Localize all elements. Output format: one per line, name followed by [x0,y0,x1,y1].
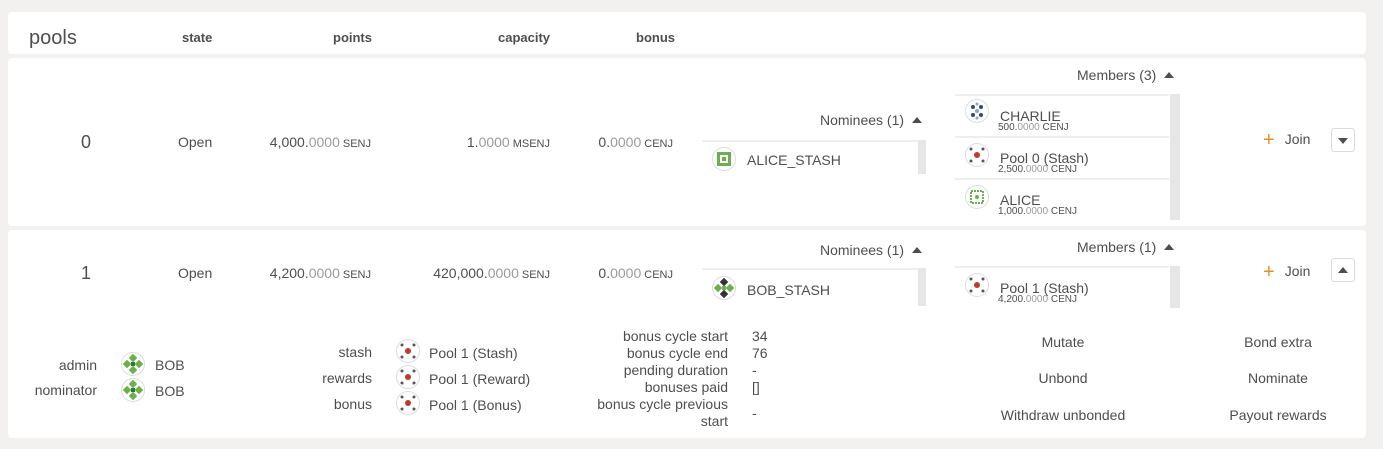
member-balance: 4,200.0000 CENJ [998,294,1077,305]
pool-capacity: 1.0000 MSENJ [466,134,550,150]
account-stash-name: Pool 1 (Stash) [429,345,518,361]
plus-icon: + [1263,261,1275,283]
pool-points: 4,000.0000 SENJ [269,134,371,150]
info-label-bonus-cycle-previous-start: start [700,413,728,429]
identicon-icon [396,339,420,363]
nominees-scrollbar[interactable] [918,268,926,306]
page-title: pools [29,27,77,49]
pool-state: Open [178,265,213,281]
pool-bonus: 0.0000 CENJ [598,265,673,281]
identicon-icon [396,365,420,389]
account-rewards-name: Pool 1 (Reward) [429,371,531,387]
role-admin-name: BOB [155,357,185,373]
nominate-button[interactable]: Nominate [1203,370,1353,386]
members-scrollbar[interactable] [1170,266,1180,308]
pool-id: 1 [81,263,92,283]
withdraw-unbonded-button[interactable]: Withdraw unbonded [988,407,1138,423]
members-toggle[interactable]: Members (3) [1077,67,1175,83]
pool-id: 0 [81,132,92,152]
bond-extra-button[interactable]: Bond extra [1203,334,1353,350]
member-item: Pool 0 (Stash) 2,500.0000 CENJ [955,136,1169,178]
chevron-up-icon [1338,267,1348,273]
mutate-button[interactable]: Mutate [988,334,1138,350]
chevron-up-icon [1164,244,1175,250]
info-label-bonus-cycle-end: bonus cycle end [626,345,728,361]
nominee-name: ALICE_STASH [747,152,841,168]
member-balance: 2,500.0000 CENJ [998,164,1077,175]
column-header-bonus: bonus [636,30,675,45]
chevron-down-icon [1338,138,1348,144]
nominees-scrollbar[interactable] [918,140,926,174]
pool-capacity: 420,000.0000 SENJ [433,265,550,281]
info-value-bonus-cycle-previous: - [752,405,757,421]
info-label-pending-duration: pending duration [623,362,728,378]
expand-toggle[interactable] [1331,128,1355,152]
nominee-item: ALICE_STASH [702,140,918,174]
identicon-icon [965,143,989,167]
account-label-stash: stash [338,344,372,360]
info-label-bonuses-paid: bonuses paid [644,379,728,395]
member-item: Pool 1 (Stash) 4,200.0000 CENJ [955,266,1169,308]
chevron-up-icon [1164,72,1175,78]
info-label-bonus-cycle-start: bonus cycle start [622,328,728,344]
identicon-icon [965,185,989,209]
info-value-bonuses-paid: [] [752,379,760,395]
identicon-icon [712,147,736,171]
role-nominator-name: BOB [155,383,185,399]
chevron-up-icon [912,247,923,253]
members-toggle[interactable]: Members (1) [1077,239,1175,255]
chevron-up-icon [912,117,923,123]
account-bonus-name: Pool 1 (Bonus) [429,397,522,413]
members-scrollbar[interactable] [1170,94,1180,220]
pools-table-header: pools state points capacity bonus [8,12,1366,54]
identicon-icon [121,378,145,402]
collapse-toggle[interactable] [1331,258,1355,282]
info-value-pending-duration: - [752,362,757,378]
unbond-button[interactable]: Unbond [988,370,1138,386]
nominees-toggle[interactable]: Nominees (1) [820,242,923,258]
identicon-icon [396,391,420,415]
account-label-rewards: rewards [322,370,372,386]
role-label-nominator: nominator [34,382,97,398]
identicon-icon [121,352,145,376]
nominee-name: BOB_STASH [747,282,830,298]
info-value-bonus-cycle-end: 76 [752,345,768,361]
column-header-capacity: capacity [498,30,551,45]
column-header-state: state [182,30,213,45]
join-button[interactable]: + Join [1263,129,1310,152]
pool-row: 1 Open 4,200.0000 SENJ 420,000.0000 SENJ 0… [8,230,1366,438]
plus-icon: + [1263,129,1275,151]
pool-bonus: 0.0000 CENJ [598,134,673,150]
member-item: CHARLIE 500.0000 CENJ [955,94,1169,136]
identicon-icon [965,273,989,297]
member-item: ALICE 1,000.0000 CENJ [955,178,1169,220]
pool-points: 4,200.0000 SENJ [269,265,371,281]
identicon-icon [965,99,989,123]
member-balance: 500.0000 CENJ [998,122,1069,133]
role-label-admin: admin [58,357,97,373]
nominee-item: BOB_STASH [702,268,918,306]
nominees-toggle[interactable]: Nominees (1) [820,112,923,128]
payout-rewards-button[interactable]: Payout rewards [1203,407,1353,423]
info-label-bonus-cycle-previous: bonus cycle previous [597,396,728,412]
member-balance: 1,000.0000 CENJ [998,206,1077,217]
pool-state: Open [178,134,213,150]
column-header-points: points [333,30,372,45]
join-button[interactable]: + Join [1263,261,1310,284]
identicon-icon [712,276,736,300]
info-value-bonus-cycle-start: 34 [752,328,768,344]
account-label-bonus: bonus [333,396,372,412]
pool-row: 0 Open 4,000.0000 SENJ 1.0000 MSENJ 0.0000… [8,58,1366,226]
